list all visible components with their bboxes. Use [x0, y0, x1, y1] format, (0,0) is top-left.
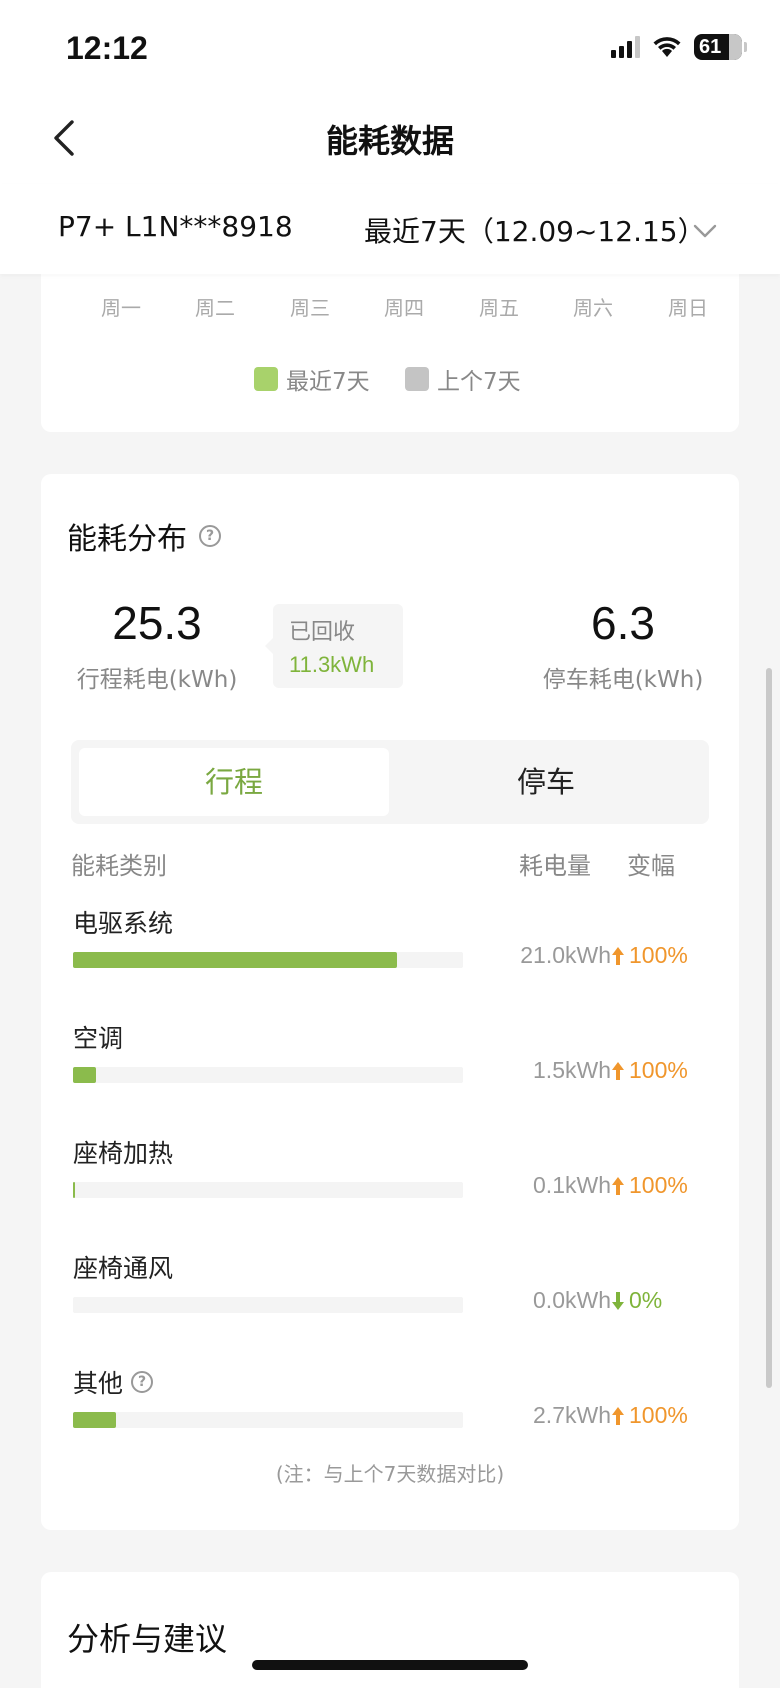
- status-time: 12:12: [66, 30, 148, 66]
- arrow-up-icon: [612, 1176, 624, 1195]
- change-indicator: 0%: [611, 1287, 662, 1314]
- legend-label-previous: 上个7天: [437, 369, 521, 395]
- cellular-signal-icon: [611, 36, 640, 58]
- category-row: 座椅加热 0.1kWh 100%: [71, 1134, 711, 1224]
- legend-swatch-previous: [405, 367, 429, 391]
- category-label-text: 空调: [73, 1024, 124, 1053]
- category-label-text: 其他: [73, 1369, 124, 1398]
- legend-current: 最近7天: [254, 362, 370, 396]
- page-title: 能耗数据: [325, 122, 454, 160]
- recovered-value: 11.3kWh: [289, 652, 375, 677]
- analysis-title: 分析与建议: [67, 1620, 228, 1658]
- legend-previous: 上个7天: [405, 362, 521, 396]
- category-label-text: 座椅加热: [73, 1139, 174, 1168]
- consumption-bar-track: [73, 952, 463, 968]
- weekly-chart-card: 周一 周二 周三 周四 周五 周六 周日 最近7天 上个7天: [41, 250, 739, 432]
- category-label: 座椅通风: [73, 1249, 173, 1285]
- change-indicator: 100%: [611, 1057, 688, 1084]
- status-icons: 61: [611, 34, 747, 60]
- weekday-label: 周日: [668, 296, 708, 320]
- weekday-label: 周一: [101, 296, 141, 320]
- category-row: 其他? 2.7kWh 100%: [71, 1364, 711, 1454]
- consumption-bar-fill: [73, 1412, 116, 1428]
- category-row: 座椅通风 0.0kWh 0%: [71, 1249, 711, 1339]
- section-title-text: 能耗分布: [67, 522, 187, 557]
- header-consumption: 耗电量: [519, 852, 591, 880]
- trip-consumption-value: 25.3: [112, 597, 202, 649]
- header-category: 能耗类别: [71, 852, 167, 880]
- category-label: 电驱系统: [73, 904, 173, 940]
- weekday-label: 周五: [479, 296, 519, 320]
- consumption-bar-track: [73, 1297, 463, 1313]
- consumption-bar-track: [73, 1182, 463, 1198]
- park-consumption-value: 6.3: [591, 597, 655, 649]
- weekday-label: 周二: [195, 296, 235, 320]
- weekday-label: 周三: [290, 296, 330, 320]
- period-selector[interactable]: 最近7天（12.09~12.15）: [364, 210, 706, 250]
- change-value: 100%: [629, 942, 688, 968]
- filter-bar: P7+ L1N***8918 最近7天（12.09~12.15）: [0, 184, 780, 274]
- change-value: 100%: [629, 1057, 688, 1083]
- battery-icon: 61: [694, 34, 747, 60]
- header-change: 变幅: [627, 852, 675, 880]
- vehicle-selector[interactable]: P7+ L1N***8918: [58, 210, 293, 243]
- legend-label-current: 最近7天: [286, 369, 370, 395]
- consumption-value: 21.0kWh: [520, 942, 611, 968]
- analysis-card: 分析与建议: [41, 1572, 739, 1688]
- category-label-text: 电驱系统: [73, 909, 174, 938]
- scrollbar[interactable]: [766, 668, 772, 1388]
- battery-level: 61: [699, 36, 722, 58]
- nav-bar: 能耗数据: [0, 96, 780, 184]
- consumption-bar-track: [73, 1067, 463, 1083]
- category-row: 电驱系统 21.0kWh 100%: [71, 904, 711, 994]
- consumption-value: 0.1kWh: [533, 1172, 611, 1198]
- chevron-down-icon[interactable]: [692, 218, 718, 244]
- consumption-bar-fill: [73, 952, 397, 968]
- consumption-bar-fill: [73, 1067, 97, 1083]
- category-label: 其他?: [73, 1364, 154, 1400]
- category-label: 座椅加热: [73, 1134, 173, 1170]
- consumption-bar-fill: [73, 1182, 75, 1198]
- recovered-tooltip: 已回收 11.3kWh: [265, 604, 403, 688]
- comparison-note: (注：与上个7天数据对比): [275, 1462, 505, 1486]
- trip-consumption-label: 行程耗电(kWh): [76, 667, 238, 693]
- arrow-up-icon: [612, 946, 624, 965]
- weekday-label: 周六: [573, 296, 613, 320]
- section-title: 能耗分布 ?: [67, 514, 221, 558]
- change-indicator: 100%: [611, 1172, 688, 1199]
- home-indicator: [252, 1660, 528, 1670]
- legend-swatch-current: [254, 367, 278, 391]
- weekday-label: 周四: [384, 296, 424, 320]
- change-value: 100%: [629, 1402, 688, 1428]
- help-icon[interactable]: ?: [131, 1371, 154, 1393]
- category-row: 空调 1.5kWh 100%: [71, 1019, 711, 1109]
- category-label-text: 座椅通风: [73, 1254, 174, 1283]
- recovered-label: 已回收: [289, 620, 356, 645]
- arrow-up-icon: [612, 1406, 624, 1425]
- status-bar: 12:12 61: [0, 0, 780, 96]
- wifi-icon: [653, 37, 681, 57]
- consumption-value: 0.0kWh: [533, 1287, 611, 1313]
- energy-distribution-card: 能耗分布 ? 25.3 行程耗电(kWh) 已回收 11.3kWh 6.3 停车…: [41, 474, 739, 1530]
- change-indicator: 100%: [611, 1402, 688, 1429]
- category-label: 空调: [73, 1019, 123, 1055]
- change-indicator: 100%: [611, 942, 688, 969]
- arrow-up-icon: [612, 1061, 624, 1080]
- consumption-bar-track: [73, 1412, 463, 1428]
- tab-trip[interactable]: 行程: [79, 748, 389, 816]
- help-icon[interactable]: ?: [199, 525, 221, 547]
- tab-park[interactable]: 停车: [391, 748, 701, 816]
- change-value: 0%: [629, 1287, 663, 1313]
- consumption-value: 1.5kWh: [533, 1057, 611, 1083]
- park-consumption-label: 停车耗电(kWh): [542, 667, 704, 693]
- change-value: 100%: [629, 1172, 688, 1198]
- arrow-down-icon: [612, 1291, 624, 1310]
- tab-switcher: 行程 停车: [71, 740, 709, 824]
- consumption-value: 2.7kWh: [533, 1402, 611, 1428]
